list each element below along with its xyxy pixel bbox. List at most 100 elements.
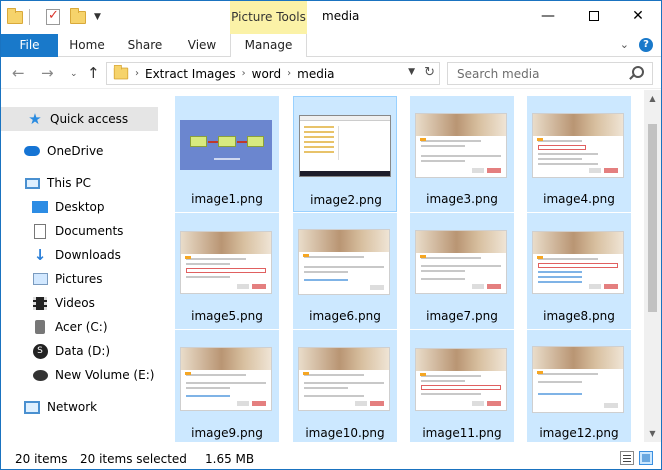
thumbnail (415, 101, 507, 189)
cloud-icon (24, 143, 40, 159)
nav-label: Quick access (50, 112, 129, 126)
file-item[interactable]: image1.png (175, 96, 279, 212)
tab-manage[interactable]: Manage (230, 34, 307, 57)
file-name: image11.png (422, 426, 502, 440)
nav-label: Downloads (55, 248, 121, 262)
nav-documents[interactable]: Documents (1, 219, 158, 243)
status-selected-count: 20 items selected (80, 452, 187, 466)
file-name: image3.png (426, 192, 498, 206)
breadcrumb-word[interactable]: word (252, 67, 282, 81)
contextual-tab-group: Picture Tools (230, 1, 307, 34)
file-item[interactable]: image12.png (527, 330, 631, 442)
nav-videos[interactable]: Videos (1, 291, 158, 315)
file-item[interactable]: image7.png (410, 213, 514, 329)
file-item[interactable]: image9.png (175, 330, 279, 442)
chevron-right-icon[interactable]: › (287, 68, 291, 79)
vertical-scrollbar[interactable]: ▲ ▼ (644, 90, 661, 442)
back-arrow-icon[interactable]: ← (12, 64, 25, 82)
chevron-right-icon[interactable]: › (135, 68, 139, 79)
tab-share[interactable]: Share (121, 34, 169, 57)
properties-icon[interactable] (46, 8, 60, 25)
file-name: image10.png (305, 426, 385, 440)
download-arrow-icon: ↓ (33, 246, 47, 264)
up-arrow-icon[interactable]: ↑ (87, 64, 100, 82)
search-input[interactable] (448, 63, 618, 84)
refresh-icon[interactable]: ↻ (424, 65, 435, 80)
breadcrumb-extract-images[interactable]: Extract Images (145, 67, 236, 81)
file-item[interactable]: image10.png (293, 330, 397, 442)
address-dropdown-icon[interactable]: ▼ (408, 67, 415, 77)
breadcrumb-media[interactable]: media (297, 67, 334, 81)
file-name: image4.png (543, 192, 615, 206)
status-item-count: 20 items (15, 452, 68, 466)
chevron-right-icon[interactable]: › (242, 68, 246, 79)
large-icons-view-button[interactable] (639, 451, 653, 465)
ribbon-tabs: File Home Share View Manage ⌄ ? (1, 34, 661, 57)
address-folder-icon (113, 64, 129, 80)
status-selected-size: 1.65 MB (205, 452, 255, 466)
nav-data-d[interactable]: S Data (D:) (1, 339, 158, 363)
file-item[interactable]: image11.png (410, 330, 514, 442)
address-row: ← → ⌄ ↑ › Extract Images › word › media … (1, 58, 661, 89)
new-folder-icon[interactable] (70, 7, 86, 24)
search-icon[interactable] (632, 66, 644, 78)
thumbnail (415, 218, 507, 306)
tab-file[interactable]: File (1, 34, 58, 57)
nav-pictures[interactable]: Pictures (1, 267, 158, 291)
nav-downloads[interactable]: ↓ Downloads (1, 243, 158, 267)
nav-new-volume-e[interactable]: New Volume (E:) (1, 363, 158, 387)
nav-quick-access[interactable]: ★ Quick access (1, 107, 158, 131)
file-item[interactable]: image8.png (527, 213, 631, 329)
ribbon-expand-icon[interactable]: ⌄ (620, 38, 629, 52)
maximize-button[interactable] (571, 1, 617, 31)
documents-icon (32, 223, 48, 239)
nav-label: Network (47, 400, 98, 414)
minimize-button[interactable]: — (525, 1, 571, 31)
nav-desktop[interactable]: Desktop (1, 195, 158, 219)
scroll-down-icon[interactable]: ▼ (644, 425, 661, 442)
thumbnail (298, 218, 390, 306)
file-item[interactable]: image3.png (410, 96, 514, 212)
thumbnail (299, 102, 391, 190)
file-item[interactable]: image6.png (293, 213, 397, 329)
file-item[interactable]: image4.png (527, 96, 631, 212)
folder-icon (7, 7, 23, 24)
batman-drive-icon (32, 367, 48, 383)
nav-label: Acer (C:) (55, 320, 108, 334)
thumbnail (532, 335, 624, 423)
file-name: image8.png (543, 309, 615, 323)
nav-this-pc[interactable]: This PC (1, 171, 158, 195)
file-name: image12.png (539, 426, 619, 440)
file-item[interactable]: image2.png (293, 96, 397, 212)
nav-onedrive[interactable]: OneDrive (1, 139, 158, 163)
explorer-window: ▼ Picture Tools media — ✕ File Home Shar… (0, 0, 662, 470)
file-name: image1.png (191, 192, 263, 206)
nav-acer-c[interactable]: Acer (C:) (1, 315, 158, 339)
computer-icon (24, 175, 40, 191)
scroll-up-icon[interactable]: ▲ (644, 90, 661, 107)
desktop-icon (32, 199, 48, 215)
recent-locations-icon[interactable]: ⌄ (70, 69, 78, 79)
nav-network[interactable]: Network (1, 395, 158, 419)
ribbon-controls: ⌄ ? (620, 38, 653, 52)
forward-arrow-icon[interactable]: → (41, 64, 54, 82)
search-box (447, 62, 653, 85)
tab-home[interactable]: Home (63, 34, 111, 57)
address-bar[interactable]: › Extract Images › word › media ▼ ↻ (106, 62, 440, 85)
thumbnail (415, 335, 507, 423)
qat-dropdown-icon[interactable]: ▼ (94, 12, 101, 22)
file-item[interactable]: image5.png (175, 213, 279, 329)
file-name: image2.png (310, 193, 382, 207)
file-name: image9.png (191, 426, 263, 440)
thumbnail (180, 218, 272, 306)
thumbnail (532, 101, 624, 189)
scrollbar-thumb[interactable] (648, 124, 657, 312)
help-icon[interactable]: ? (639, 38, 653, 52)
close-button[interactable]: ✕ (615, 1, 661, 31)
minimize-icon: — (541, 8, 555, 24)
details-view-button[interactable] (620, 451, 634, 465)
nav-label: Videos (55, 296, 95, 310)
status-bar: 20 items 20 items selected 1.65 MB (1, 448, 661, 469)
tab-view[interactable]: View (178, 34, 226, 57)
nav-label: Pictures (55, 272, 103, 286)
